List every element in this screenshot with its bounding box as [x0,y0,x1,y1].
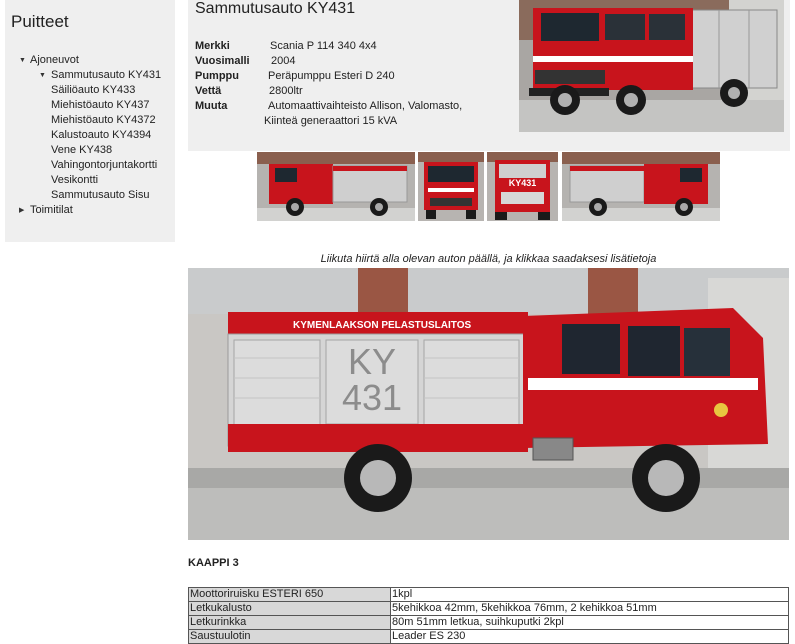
thumbnail-side-left[interactable] [257,152,415,221]
nav-item-ajoneuvot[interactable]: ▼ Ajoneuvot [5,53,175,68]
nav-item-sammutusauto-sisu[interactable]: Sammutusauto Sisu [5,188,175,203]
vehicle-image-map[interactable]: KYMENLAAKSON PELASTUSLAITOS KY 431 [188,268,789,540]
nav-item-toimitilat[interactable]: ▶ Toimitilat [5,203,175,218]
table-row: Moottoriruisku ESTERI 650 1kpl [188,587,789,602]
nav-item-miehistoauto-ky437[interactable]: Miehistöauto KY437 [5,98,175,113]
thumbnail-rear[interactable]: KY431 [487,152,558,221]
nav-label[interactable]: Ajoneuvot [30,53,79,68]
thumbnail-side-right[interactable] [562,152,720,221]
spec-value: Automaattivaihteisto Allison, Valomasto, [268,100,463,112]
equipment-table: Moottoriruisku ESTERI 650 1kpl Letkukalu… [188,587,789,644]
qty-cell: 5kehikkoa 42mm, 5kehikkoa 76mm, 2 kehikk… [390,601,789,616]
spec-key: Vettä [195,85,222,97]
nav-item-vene-ky438[interactable]: Vene KY438 [5,143,175,158]
nav-item-sailioauto-ky433[interactable]: Säiliöauto KY433 [5,83,175,98]
spec-key: Merkki [195,40,230,52]
rear-id-text: KY431 [509,178,537,188]
item-cell: Letkurinkka [188,615,391,630]
expand-arrow-down-icon[interactable]: ▼ [19,53,26,68]
fire-truck-front-image [519,0,784,132]
sidebar-nav: ▼ Ajoneuvot ▼ Sammutusauto KY431 Säiliöa… [5,53,175,218]
table-row: Saustuulotin Leader ES 230 [188,629,789,644]
id-line2-text: 431 [342,377,402,418]
expand-arrow-right-icon[interactable]: ▶ [19,203,24,218]
spec-key: Muuta [195,100,228,112]
item-cell: Moottoriruisku ESTERI 650 [188,587,391,602]
spec-key: Vuosimalli [195,55,250,67]
fire-truck-side2-thumb-image [562,152,720,221]
table-row: Letkukalusto 5kehikkoa 42mm, 5kehikkoa 7… [188,601,789,616]
nav-label[interactable]: Miehistöauto KY437 [51,98,149,113]
nav-label[interactable]: Toimitilat [30,203,73,218]
fire-truck-front-thumb-image [418,152,484,221]
nav-item-sammutusauto-ky431[interactable]: ▼ Sammutusauto KY431 [5,68,175,83]
nav-item-kalustoauto-ky4394[interactable]: Kalustoauto KY4394 [5,128,175,143]
sidebar-title: Puitteet [11,12,69,31]
nav-label[interactable]: Kalustoauto KY4394 [51,128,151,143]
section-title: KAAPPI 3 [188,557,239,569]
nav-label[interactable]: Vene KY438 [51,143,112,158]
nav-label[interactable]: Vahingontorjuntakortti [51,158,157,173]
fire-truck-side-thumb-image [257,152,415,221]
hover-hint-text: Liikuta hiirtä alla olevan auton päällä,… [320,253,657,265]
main-vehicle-photo[interactable] [519,0,784,132]
nav-item-miehistoauto-ky4372[interactable]: Miehistöauto KY4372 [5,113,175,128]
fire-truck-rear-thumb-image: KY431 [487,152,558,221]
vehicle-title: Sammutusauto KY431 [195,0,356,17]
nav-item-vahingontorjuntakortti[interactable]: Vahingontorjuntakortti [5,158,175,173]
qty-cell: 80m 51mm letkua, suihkuputki 2kpl [390,615,789,630]
item-cell: Letkukalusto [188,601,391,616]
id-line1-text: KY [348,341,396,382]
nav-label[interactable]: Sammutusauto KY431 [51,68,161,83]
spec-key: Pumppu [195,70,239,82]
spec-continuation: Kiinteä generaattori 15 kVA [264,115,398,127]
spec-value: Scania P 114 340 4x4 [270,40,377,52]
nav-label[interactable]: Vesikontti [51,173,98,188]
bullet-icon: ▼ [39,72,46,79]
table-row: Letkurinkka 80m 51mm letkua, suihkuputki… [188,615,789,630]
thumbnail-front[interactable] [418,152,484,221]
fire-truck-side-image: KYMENLAAKSON PELASTUSLAITOS KY 431 [188,268,789,540]
nav-label[interactable]: Säiliöauto KY433 [51,83,135,98]
spec-value: 2004 [271,55,296,67]
nav-label[interactable]: Miehistöauto KY4372 [51,113,156,128]
sidebar: Puitteet ▼ Ajoneuvot ▼ Sammutusauto KY43… [5,0,175,242]
body-lettering-text: KYMENLAAKSON PELASTUSLAITOS [293,320,471,331]
spec-value: Peräpumppu Esteri D 240 [268,70,395,82]
nav-item-vesikontti[interactable]: Vesikontti [5,173,175,188]
spec-value: 2800ltr [269,85,303,97]
qty-cell: Leader ES 230 [390,629,789,644]
item-cell: Saustuulotin [188,629,391,644]
qty-cell: 1kpl [390,587,789,602]
nav-label[interactable]: Sammutusauto Sisu [51,188,149,203]
